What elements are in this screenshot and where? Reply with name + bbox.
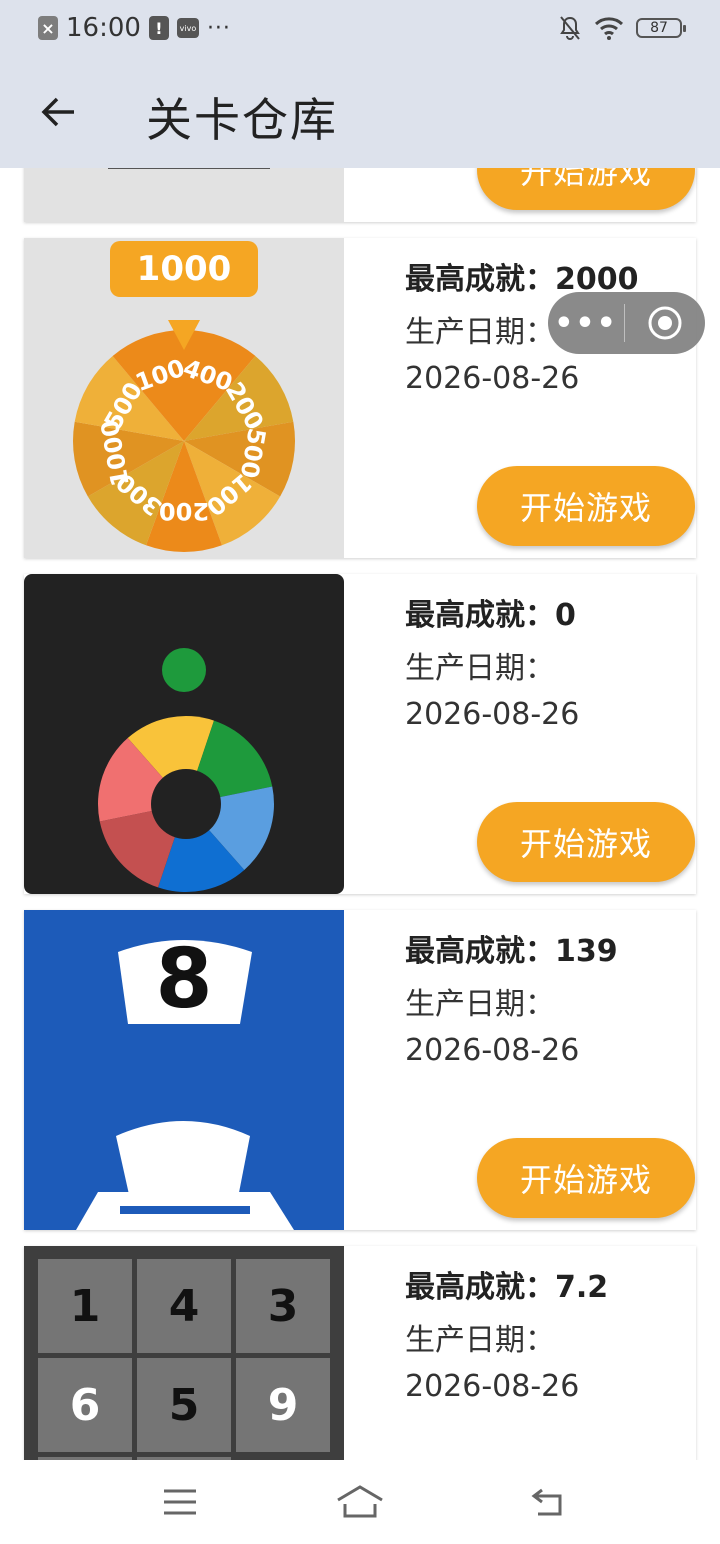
level-thumbnail: 8 [24,910,344,1230]
production-date: 生产日期： 2026-08-26 [405,987,580,1068]
status-bar-left: × 16:00 ! vivo ··· [38,12,231,44]
back-icon [531,1488,562,1516]
grid-cell: 5 [137,1358,231,1452]
start-game-button[interactable]: 开始游戏 [477,1138,695,1218]
start-game-button[interactable]: 开始游戏 [477,466,695,546]
wifi-icon [594,17,624,40]
record-circle-icon[interactable] [625,305,705,341]
production-date: 生产日期： 2026-08-26 [405,1323,580,1404]
screen: × 16:00 ! vivo ··· 87 关卡仓库 ••• 开始游戏 400 … [0,0,720,1544]
thumbnail-line [108,168,270,169]
status-time: 16:00 [66,13,141,43]
level-thumbnail: 400 200 500 100 200 300 1000 500 100 1000 [24,238,344,558]
status-bar-right: 87 [558,12,686,44]
best-score: 最高成就：139 [405,934,618,969]
grid-cell: 1 [38,1259,132,1353]
color-ring [98,648,274,892]
best-score: 最高成就：7.2 [405,1270,609,1305]
back-nav-button[interactable] [518,1482,578,1522]
best-score: 最高成就：0 [405,598,576,633]
miniprogram-capsule: ••• [548,292,705,354]
stack-number: 8 [155,932,213,1027]
arrow-left-icon [41,97,74,127]
grid-cell: 6 [38,1358,132,1452]
more-notifications-icon: ··· [206,15,231,41]
notification-icon: ! [148,16,169,40]
level-card: 8 最高成就：139 生产日期： 2026-08-26 开始游戏 [24,910,696,1230]
mute-bell-icon [560,16,580,40]
score-badge: 1000 [110,241,258,297]
battery-icon: 87 [636,18,686,38]
grid-cell: 3 [236,1259,330,1353]
home-button[interactable] [330,1482,390,1522]
app-header: × 16:00 ! vivo ··· 87 关卡仓库 [0,0,720,168]
level-card: 400 200 500 100 200 300 1000 500 100 1000 最高成就：2… [24,238,696,558]
menu-button[interactable] [150,1482,210,1522]
start-game-button[interactable]: 开始游戏 [477,802,695,882]
page-title: 关卡仓库 [146,93,338,147]
notification-icon: × [38,16,58,40]
more-dots-icon[interactable]: ••• [548,306,624,341]
back-button[interactable] [36,88,80,136]
home-icon [337,1485,383,1518]
grid-cell: 9 [236,1358,330,1452]
ball [162,648,206,692]
notification-icon: vivo [176,18,199,38]
menu-icon [164,1489,196,1515]
level-card: 最高成就：0 生产日期： 2026-08-26 开始游戏 [24,574,696,894]
production-date: 生产日期： 2026-08-26 [405,651,580,732]
grid-cell: 4 [137,1259,231,1353]
level-thumbnail [24,574,344,894]
system-nav-bar [0,1460,720,1544]
